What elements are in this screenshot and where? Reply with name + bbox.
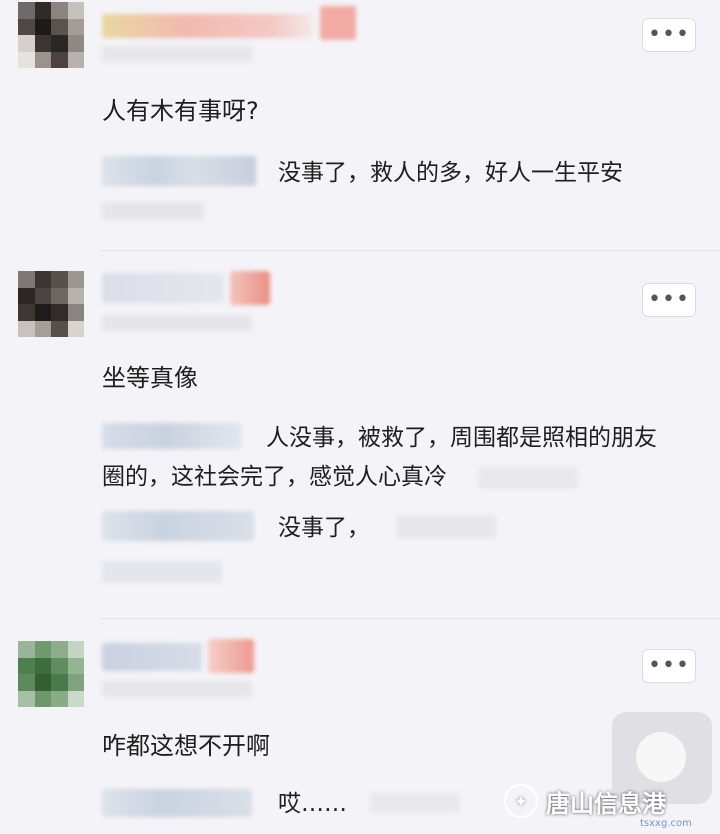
reply-username-blurred[interactable] — [102, 423, 242, 449]
timestamp-blurred — [102, 315, 252, 331]
reply-timestamp-blurred — [370, 793, 460, 813]
avatar[interactable] — [18, 271, 84, 337]
reply-text-line-2: 圈的，这社会完了，感觉人心真冷 — [102, 464, 447, 490]
comment-text: 人有木有事呀? — [102, 97, 259, 125]
reply-timestamp-blurred — [102, 561, 222, 583]
more-dots-icon: ••• — [648, 287, 690, 312]
reply-timestamp-blurred — [396, 515, 496, 539]
watermark-url: tsxxg.com — [640, 818, 692, 829]
wechat-icon: ✦ — [504, 784, 538, 818]
more-options-button[interactable]: ••• — [642, 18, 696, 52]
comment-text: 坐等真像 — [102, 364, 198, 392]
reply-text: 没事了， — [278, 515, 370, 541]
username-badge-blurred — [230, 271, 270, 305]
timestamp-blurred — [102, 46, 252, 62]
reply-username-blurred[interactable] — [102, 156, 256, 186]
username-blurred[interactable] — [102, 643, 202, 671]
comment-2: ••• 坐等真像 人没事，被救了，周围都是照相的朋友 圈的，这社会完了，感觉人心… — [0, 251, 720, 619]
more-options-button[interactable]: ••• — [642, 283, 696, 317]
avatar[interactable] — [18, 2, 84, 68]
reply-text-line-1: 人没事，被救了，周围都是照相的朋友 — [266, 425, 657, 451]
reply-text: 哎…… — [278, 791, 347, 817]
reply-text: 没事了，救人的多，好人一生平安 — [278, 160, 623, 186]
comment-1: ••• 人有木有事呀? 没事了，救人的多，好人一生平安 — [0, 0, 720, 250]
reply-timestamp-blurred — [102, 202, 204, 220]
username-blurred[interactable] — [102, 273, 224, 303]
reply-username-blurred[interactable] — [102, 789, 252, 817]
username-blurred[interactable] — [102, 14, 312, 38]
username-badge-blurred — [320, 6, 356, 40]
username-badge-blurred — [208, 639, 254, 673]
timestamp-blurred — [102, 681, 252, 697]
more-options-button[interactable]: ••• — [642, 649, 696, 683]
reply-username-blurred[interactable] — [102, 511, 254, 541]
comment-text: 咋都这想不开啊 — [102, 732, 270, 760]
more-dots-icon: ••• — [648, 653, 690, 678]
more-dots-icon: ••• — [648, 22, 690, 47]
reply-timestamp-blurred — [478, 467, 578, 489]
watermark-name: 唐山信息港 — [546, 789, 666, 818]
circle-icon — [636, 732, 686, 782]
avatar[interactable] — [18, 641, 84, 707]
